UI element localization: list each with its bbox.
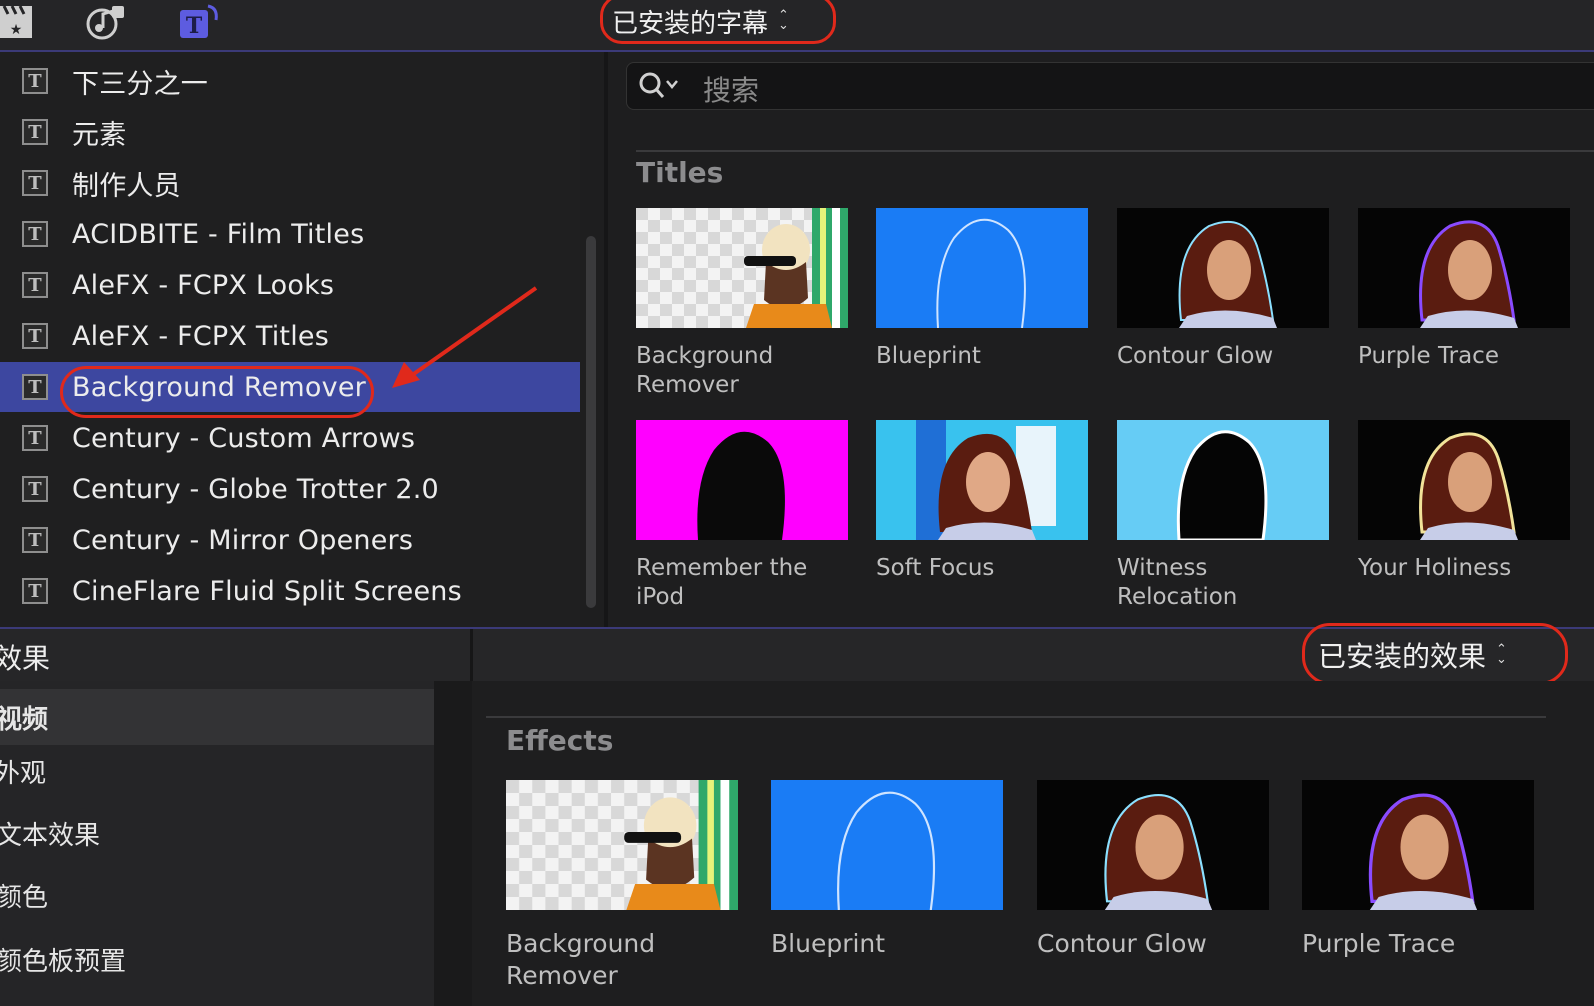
effect-thumb-background-remover[interactable] xyxy=(506,780,738,910)
effects-category-list: 视频 外观 文本效果 颜色 颜色板预置 xyxy=(0,681,434,1006)
effects-category-label: 颜色 xyxy=(0,882,49,913)
text-t-icon: T xyxy=(22,272,48,298)
title-list-item-label: 元素 xyxy=(72,119,127,151)
effect-item-label: Background Remover xyxy=(506,929,656,990)
title-item-label: Remember the iPod xyxy=(636,555,808,610)
clapper-star-icon[interactable]: ★ xyxy=(0,2,36,42)
effects-category-item[interactable]: 文本效果 xyxy=(0,805,434,861)
title-item-label: Purple Trace xyxy=(1358,343,1499,369)
top-toolbar: ★ T 已安装的字幕 ⌃ ⌄ xyxy=(0,0,1594,52)
pane-divider[interactable] xyxy=(470,629,473,681)
title-list-item[interactable]: T 元素 xyxy=(0,107,580,157)
text-t-icon: T xyxy=(22,68,48,94)
text-t-icon: T xyxy=(22,578,48,604)
thumb-your-holiness[interactable] xyxy=(1358,420,1570,540)
effects-category-label: 文本效果 xyxy=(0,820,101,851)
effects-category-label: 颜色板预置 xyxy=(0,946,127,977)
title-list-item[interactable]: T CineFlare Fluid Split Screens xyxy=(0,566,580,616)
effects-category-label: 视频 xyxy=(0,704,49,735)
effects-panel-title: 效果 xyxy=(0,642,51,675)
effect-item-label: Blueprint xyxy=(771,929,886,958)
title-list-item[interactable]: T Century - Mirror Openers xyxy=(0,515,580,565)
text-t-icon: T xyxy=(22,527,48,553)
music-icon[interactable] xyxy=(86,2,126,42)
effect-thumb-purple-trace[interactable] xyxy=(1302,780,1534,910)
title-list-item-label: 制作人员 xyxy=(72,170,181,202)
title-list-item-label: Century - Custom Arrows xyxy=(72,422,416,454)
title-list-item-label: AleFX - FCPX Looks xyxy=(72,269,335,301)
effect-item-label: Contour Glow xyxy=(1037,929,1207,958)
text-t-icon: T xyxy=(22,119,48,145)
annotation-arrow-icon xyxy=(392,286,538,388)
effect-thumb-contour-glow[interactable] xyxy=(1037,780,1269,910)
annotation-circle-effects-popup xyxy=(1302,623,1568,685)
effects-category-item[interactable]: 颜色板预置 xyxy=(0,931,434,987)
title-list-scrollbar[interactable] xyxy=(586,236,596,608)
text-t-icon: T xyxy=(22,425,48,451)
text-t-icon: T xyxy=(22,374,48,400)
effects-category-item[interactable]: 视频 xyxy=(0,689,434,745)
titles-icon[interactable]: T xyxy=(178,2,218,42)
text-t-icon: T xyxy=(22,170,48,196)
category-scroll-gutter xyxy=(434,681,474,1006)
title-list-item-label: Century - Mirror Openers xyxy=(72,524,414,556)
search-placeholder: 搜索 xyxy=(703,74,760,107)
title-list-item[interactable]: T 下三分之一 xyxy=(0,56,580,106)
title-list-item[interactable]: T ACIDBITE - Film Titles xyxy=(0,209,580,259)
svg-text:T: T xyxy=(186,13,203,39)
thumb-contour-glow[interactable] xyxy=(1117,208,1329,328)
svg-text:★: ★ xyxy=(10,22,23,38)
section-divider xyxy=(486,716,1546,718)
annotation-circle-background-remover xyxy=(60,366,374,418)
text-t-icon: T xyxy=(22,476,48,502)
title-item-label: Background Remover xyxy=(636,343,774,398)
titles-browser: 搜索 xyxy=(608,52,1594,627)
effects-category-label: 外观 xyxy=(0,758,47,789)
thumb-soft-focus[interactable] xyxy=(876,420,1088,540)
title-item-label: Witness Relocation xyxy=(1117,555,1238,610)
annotation-circle-titles-popup xyxy=(600,0,836,44)
title-item-label: Blueprint xyxy=(876,343,981,369)
effects-category-item[interactable]: 外观 xyxy=(0,743,434,799)
text-t-icon: T xyxy=(22,221,48,247)
thumb-remember-the-ipod[interactable] xyxy=(636,420,848,540)
text-t-icon: T xyxy=(22,323,48,349)
search-field[interactable]: 搜索 xyxy=(626,62,1594,110)
title-list-item-label: Century - Globe Trotter 2.0 xyxy=(72,473,439,505)
section-divider xyxy=(636,150,1594,152)
effect-thumb-blueprint[interactable] xyxy=(771,780,1003,910)
title-list-item-label: AleFX - FCPX Titles xyxy=(72,320,329,352)
thumb-blueprint[interactable] xyxy=(876,208,1088,328)
title-list-item[interactable]: T Century - Globe Trotter 2.0 xyxy=(0,464,580,514)
effects-section-heading: Effects xyxy=(506,724,614,757)
effect-item-label: Purple Trace xyxy=(1302,929,1456,958)
effects-header-bar: 效果 已安装的效果 ⌃ ⌄ xyxy=(0,623,1594,685)
title-list-item-label: 下三分之一 xyxy=(72,68,208,100)
title-list-item[interactable]: T Century - Custom Arrows xyxy=(0,413,580,463)
title-list-item[interactable]: T 制作人员 xyxy=(0,158,580,208)
title-list-item-label: CineFlare Fluid Split Screens xyxy=(72,575,462,607)
title-item-label: Contour Glow xyxy=(1117,343,1274,369)
titles-section-heading: Titles xyxy=(636,156,724,189)
effects-category-item[interactable]: 颜色 xyxy=(0,867,434,923)
thumb-background-remover[interactable] xyxy=(636,208,848,328)
title-list-item-label: ACIDBITE - Film Titles xyxy=(72,218,365,250)
search-icon[interactable] xyxy=(639,71,683,108)
thumb-purple-trace[interactable] xyxy=(1358,208,1570,328)
thumb-witness-relocation[interactable] xyxy=(1117,420,1329,540)
title-item-label: Your Holiness xyxy=(1358,555,1512,581)
title-item-label: Soft Focus xyxy=(876,555,995,581)
